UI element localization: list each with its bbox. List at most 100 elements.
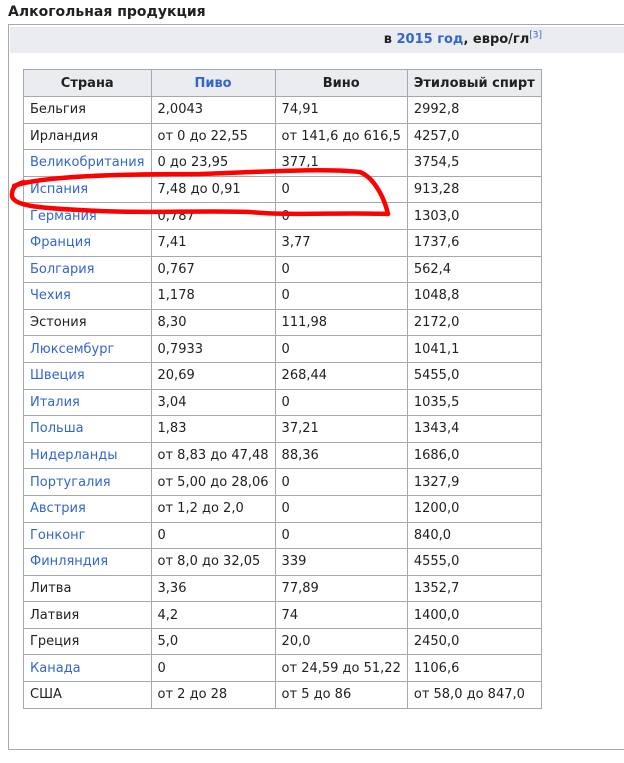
table-row: Австрия от 1,2 до 2,0 0 1200,0 [23,494,542,523]
cell-wine: 3,77 [274,228,408,257]
country-link[interactable]: Финляндия [30,554,108,569]
cell-country: Польша [23,415,152,443]
table-row: Болгария 0,767 0 562,4 [23,255,542,284]
cell-beer: 8,30 [150,308,276,337]
country-link[interactable]: Чехия [30,288,71,303]
cell-wine: от 24,59 до 51,22 [274,654,408,683]
header-beer: Пиво [150,69,276,97]
cell-country: Швеция [23,361,152,390]
table-row: Канада 0 от 24,59 до 51,22 1106,6 [23,654,542,683]
table-row: Польша 1,83 37,21 1343,4 [23,415,542,443]
country-link[interactable]: Канада [30,661,81,676]
cell-beer: 0 до 23,95 [150,149,276,177]
cell-country: Ирландия [23,122,152,151]
cell-beer: от 8,0 до 32,05 [150,548,276,576]
cell-wine: 74 [274,601,408,629]
cell-wine: 77,89 [274,574,408,603]
cell-beer: от 5,00 до 28,06 [150,468,276,496]
table-row: Ирландия от 0 до 22,55 от 141,6 до 616,5 42… [23,122,542,151]
country-link[interactable]: Великобритания [30,155,145,170]
cell-wine: 268,44 [274,361,408,390]
cell-beer: от 2 до 28 [150,681,276,709]
tariff-table: Страна Пиво Вино Этиловый спирт Бельгия 2… [23,69,542,709]
section-title: Алкогольная продукция [8,4,206,20]
cell-country: Болгария [23,255,152,284]
cell-country: США [23,681,152,709]
cell-spirit: от 58,0 до 847,0 [406,681,542,709]
country-link[interactable]: Португалия [30,475,111,490]
header-spirit: Этиловый спирт [406,69,542,97]
header-row: Страна Пиво Вино Этиловый спирт [23,69,542,97]
cell-spirit: 913,28 [406,175,542,204]
cell-wine: 0 [274,282,408,310]
cell-country: Литва [23,574,152,603]
cell-wine: 88,36 [274,441,408,470]
cell-wine: 0 [274,468,408,496]
cell-beer: 0 [150,654,276,683]
cell-spirit: 1343,4 [406,415,542,443]
cell-wine: 0 [274,335,408,363]
cell-beer: 5,0 [150,627,276,656]
cell-beer: 3,04 [150,388,276,417]
table-row: Люксембург 0,7933 0 1041,1 [23,335,542,363]
cell-country: Нидерланды [23,441,152,470]
cell-country: Бельгия [23,96,152,124]
cell-beer: 3,36 [150,574,276,603]
cell-spirit: 1303,0 [406,202,542,230]
cell-beer: 0,767 [150,255,276,284]
table-caption: в 2015 год, евро/гл[3] [10,27,624,53]
cell-country: Великобритания [23,149,152,177]
cell-spirit: 2992,8 [406,96,542,124]
country-link[interactable]: Франция [30,235,91,250]
year-link[interactable]: 2015 год [397,32,464,47]
table-row: Литва 3,36 77,89 1352,7 [23,574,542,603]
country-link[interactable]: Болгария [30,262,95,277]
cell-wine: 0 [274,175,408,204]
cell-spirit: 1048,8 [406,282,542,310]
table-row: Эстония 8,30 111,98 2172,0 [23,308,542,337]
cell-beer: 1,178 [150,282,276,310]
reference-link[interactable]: [3] [529,31,542,41]
country-link[interactable]: Испания [30,182,88,197]
cell-beer: 2,0043 [150,96,276,124]
cell-spirit: 562,4 [406,255,542,284]
cell-wine: 0 [274,255,408,284]
table-row: Латвия 4,2 74 1400,0 [23,601,542,629]
table-row: Германия 0,787 0 1303,0 [23,202,542,230]
cell-beer: от 0 до 22,55 [150,122,276,151]
cell-country: Гонконг [23,521,152,550]
cell-beer: 7,41 [150,228,276,257]
table-row: Португалия от 5,00 до 28,06 0 1327,9 [23,468,542,496]
cell-spirit: 1200,0 [406,494,542,523]
country-link[interactable]: Люксембург [30,342,114,357]
cell-spirit: 1106,6 [406,654,542,683]
beer-link[interactable]: Пиво [194,76,231,91]
table-row: Греция 5,0 20,0 2450,0 [23,627,542,656]
country-link[interactable]: Польша [30,421,84,436]
cell-wine: 20,0 [274,627,408,656]
cell-spirit: 5455,0 [406,361,542,390]
country-link[interactable]: Италия [30,395,80,410]
caption-text: в 2015 год, евро/гл[3] [383,31,542,47]
country-link[interactable]: Австрия [30,501,86,516]
caption-prefix: в [383,32,397,47]
cell-spirit: 3754,5 [406,149,542,177]
cell-spirit: 1352,7 [406,574,542,603]
country-link[interactable]: Гонконг [30,528,86,543]
country-link[interactable]: Германия [30,209,97,224]
table-row: Чехия 1,178 0 1048,8 [23,282,542,310]
country-link[interactable]: Швеция [30,368,85,383]
country-link[interactable]: Нидерланды [30,448,118,463]
table-body: Бельгия 2,0043 74,91 2992,8 Ирландия от 0 до … [23,96,542,709]
cell-spirit: 1035,5 [406,388,542,417]
cell-beer: 4,2 [150,601,276,629]
cell-country: Испания [23,175,152,204]
cell-spirit: 4257,0 [406,122,542,151]
cell-country: Германия [23,202,152,230]
cell-spirit: 1400,0 [406,601,542,629]
cell-wine: 111,98 [274,308,408,337]
cell-wine: 0 [274,521,408,550]
cell-country: Чехия [23,282,152,310]
cell-beer: 20,69 [150,361,276,390]
cell-beer: 0,7933 [150,335,276,363]
